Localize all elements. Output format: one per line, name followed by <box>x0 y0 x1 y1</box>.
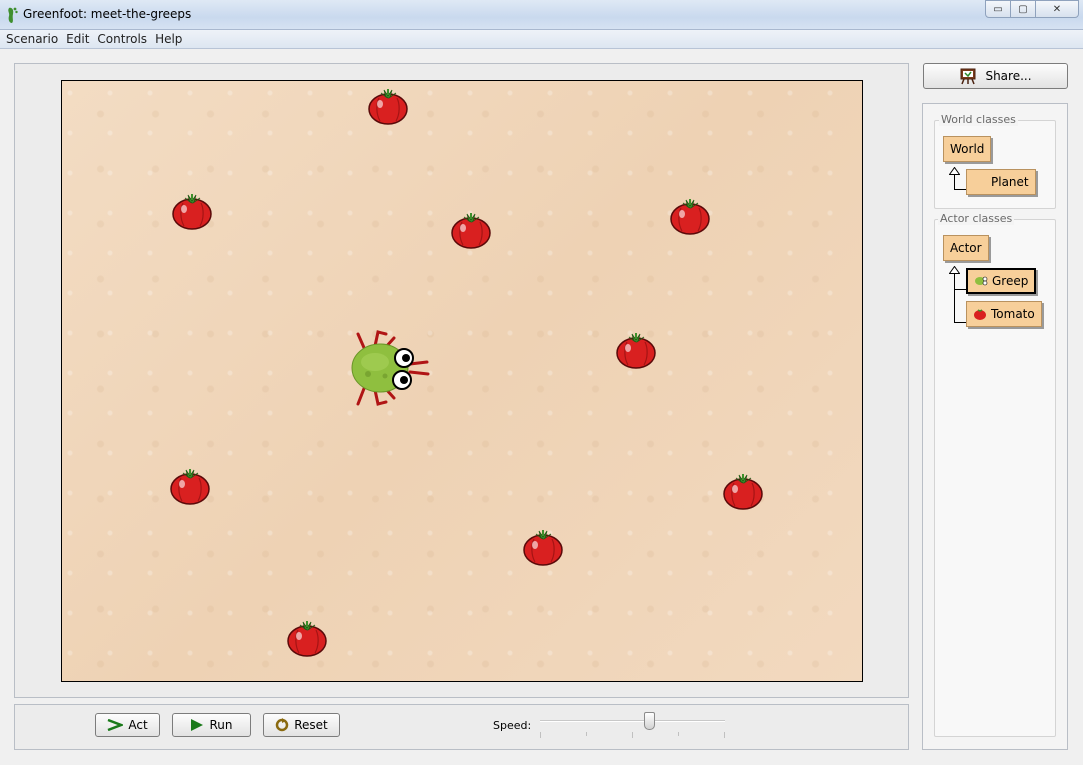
menu-controls[interactable]: Controls <box>93 30 151 48</box>
act-button[interactable]: Act <box>95 713 160 737</box>
minimize-button[interactable]: ▭ <box>985 0 1011 18</box>
speed-slider-track[interactable] <box>540 720 725 722</box>
planet-icon <box>973 176 987 188</box>
close-button[interactable]: ✕ <box>1035 0 1079 18</box>
act-icon <box>107 719 124 731</box>
minimize-icon: ▭ <box>993 3 1003 15</box>
slider-tick <box>632 732 633 738</box>
class-planet[interactable]: Planet <box>966 169 1036 195</box>
world-classes-title: World classes <box>939 113 1018 126</box>
greep-actor[interactable] <box>330 328 430 408</box>
tomato-actor[interactable] <box>171 191 213 231</box>
share-button[interactable]: Share... <box>923 63 1068 89</box>
world-classes-group <box>934 120 1056 209</box>
reset-label: Reset <box>294 718 328 732</box>
tomato-icon <box>974 309 986 320</box>
menu-edit[interactable]: Edit <box>62 30 93 48</box>
maximize-button[interactable]: ▢ <box>1010 0 1036 18</box>
speed-slider-thumb[interactable] <box>643 712 655 730</box>
class-greep-label: Greep <box>992 274 1029 288</box>
class-world-label: World <box>950 142 985 156</box>
play-icon <box>191 719 204 731</box>
slider-tick <box>540 732 541 738</box>
class-tomato-label: Tomato <box>991 307 1035 321</box>
reset-icon <box>275 718 289 732</box>
tomato-actor[interactable] <box>669 196 711 236</box>
actor-classes-title: Actor classes <box>938 212 1015 225</box>
inheritance-line <box>954 174 955 190</box>
tomato-actor[interactable] <box>615 330 657 370</box>
slider-tick <box>678 732 679 736</box>
reset-button[interactable]: Reset <box>263 713 340 737</box>
act-label: Act <box>128 718 148 732</box>
tomato-actor[interactable] <box>286 618 328 658</box>
menu-help[interactable]: Help <box>151 30 186 48</box>
class-actor-label: Actor <box>950 241 982 255</box>
tomato-actor[interactable] <box>522 527 564 567</box>
class-planet-label: Planet <box>991 175 1029 189</box>
class-actor[interactable]: Actor <box>943 235 989 261</box>
class-tomato[interactable]: Tomato <box>966 301 1042 327</box>
tomato-actor[interactable] <box>450 210 492 250</box>
tomato-actor[interactable] <box>169 466 211 506</box>
inheritance-arrow-icon <box>949 167 960 175</box>
inheritance-line <box>954 273 955 323</box>
inheritance-line <box>954 322 966 323</box>
maximize-icon: ▢ <box>1018 3 1028 15</box>
greenfoot-icon <box>8 7 18 24</box>
easel-icon <box>960 68 976 85</box>
run-label: Run <box>209 718 233 732</box>
class-greep[interactable]: Greep <box>966 268 1037 294</box>
window-title: Greenfoot: meet-the-greeps <box>23 7 192 21</box>
slider-tick <box>724 732 725 738</box>
greep-icon <box>975 276 988 286</box>
title-bar: Greenfoot: meet-the-greeps ▭ ▢ ✕ <box>0 0 1083 30</box>
menu-bar: Scenario Edit Controls Help <box>0 30 1083 49</box>
close-icon: ✕ <box>1052 3 1062 15</box>
window-controls: ▭ ▢ ✕ <box>985 0 1079 20</box>
tomato-actor[interactable] <box>722 471 764 511</box>
inheritance-arrow-icon <box>949 266 960 274</box>
slider-tick <box>586 732 587 736</box>
tomato-actor[interactable] <box>367 86 409 126</box>
actor-classes-group <box>934 219 1056 737</box>
menu-scenario[interactable]: Scenario <box>2 30 62 48</box>
run-button[interactable]: Run <box>172 713 251 737</box>
class-world[interactable]: World <box>943 136 992 162</box>
inheritance-line <box>954 289 966 290</box>
speed-label: Speed: <box>493 719 532 732</box>
inheritance-line <box>954 189 966 190</box>
world-canvas[interactable] <box>61 80 863 682</box>
share-label: Share... <box>985 69 1032 83</box>
